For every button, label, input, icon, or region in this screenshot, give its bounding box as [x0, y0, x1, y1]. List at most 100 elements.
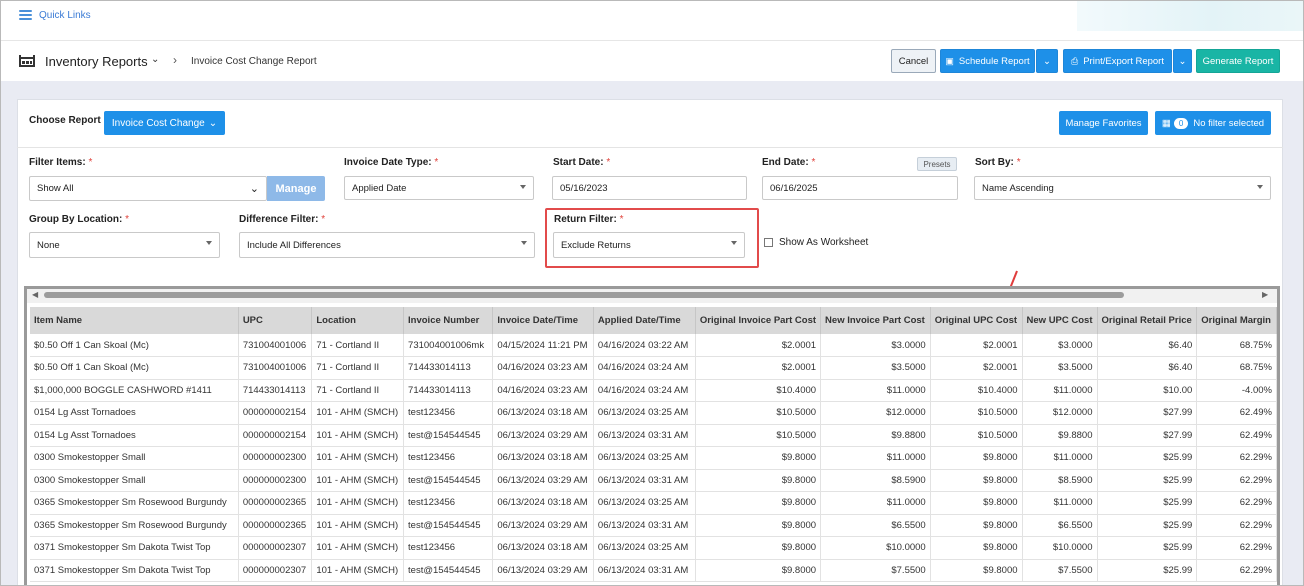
column-header[interactable]: Original Retail Price [1097, 307, 1198, 334]
column-header[interactable]: New Invoice Part Cost [820, 307, 931, 334]
scrollbar-thumb[interactable] [44, 292, 1124, 298]
difference-filter-select[interactable]: Include All Differences [239, 232, 535, 258]
invoice-date-type-select[interactable]: Applied Date [344, 176, 534, 200]
filter-selector-button[interactable]: ▦ 0 No filter selected [1155, 111, 1271, 135]
horizontal-scrollbar[interactable]: ◀ ▶ [27, 289, 1277, 303]
table-row[interactable]: $0.50 Off 1 Can Skoal (Mc) 731004001006 71… [30, 356, 1277, 380]
group-by-location-select[interactable]: None [29, 232, 220, 258]
column-header[interactable]: Original UPC Cost [930, 307, 1023, 334]
table-cell: 06/13/2024 03:25 AM [593, 491, 696, 515]
cancel-button[interactable]: Cancel [891, 49, 936, 73]
table-cell: 06/13/2024 03:31 AM [593, 469, 696, 492]
filter-items-select[interactable]: Show All ⌄ [29, 176, 267, 201]
column-header[interactable]: Item Name [30, 307, 239, 334]
choose-report-dropdown[interactable]: Invoice Cost Change ⌄ [104, 111, 225, 135]
column-header[interactable]: Original Invoice Part Cost [695, 307, 822, 334]
table-row[interactable]: 0371 Smokestopper Sm Dakota Twist Top 000… [30, 536, 1277, 560]
table-cell: $9.8000 [695, 469, 822, 492]
end-date-input[interactable]: 06/16/2025 [762, 176, 958, 200]
table-cell: 731004001006mk [403, 334, 494, 357]
table-cell: 06/13/2024 03:18 AM [492, 446, 594, 470]
table-cell: 000000002154 [238, 401, 313, 425]
table-cell: $2.0001 [930, 356, 1023, 380]
print-export-dropdown[interactable]: ⌄ [1173, 49, 1192, 73]
table-cell: $3.0000 [1022, 334, 1098, 357]
table-row[interactable]: $1,000,000 BOGGLE CASHWORD #1411 71443301… [30, 379, 1277, 402]
table-row[interactable]: 0154 Lg Asst Tornadoes 000000002154 101 - … [30, 401, 1277, 425]
table-cell: 101 - AHM (SMCH) [311, 469, 405, 492]
table-cell: $9.8800 [1022, 424, 1098, 447]
quick-links-bar: Quick Links [1, 1, 1303, 41]
scroll-left-icon[interactable]: ◀ [32, 290, 38, 299]
manage-favorites-button[interactable]: Manage Favorites [1059, 111, 1148, 135]
table-cell: 0154 Lg Asst Tornadoes [30, 424, 239, 447]
table-cell: 06/13/2024 03:25 AM [593, 401, 696, 425]
table-cell: $2.0001 [695, 334, 822, 357]
table-cell: 714433014113 [403, 379, 494, 402]
menu-icon[interactable] [19, 10, 32, 20]
table-cell: 62.29% [1196, 491, 1277, 515]
table-row[interactable]: 0300 Smokestopper Small 000000002300 101 -… [30, 469, 1277, 492]
table-cell: test123456 [403, 491, 494, 515]
start-date-input[interactable]: 05/16/2023 [552, 176, 747, 200]
filter-grid-icon: ▦ [1161, 117, 1171, 129]
column-header[interactable]: New UPC Cost [1022, 307, 1098, 334]
table-cell: 000000002365 [238, 491, 313, 515]
column-header[interactable]: Original Margin [1196, 307, 1277, 334]
table-cell: test@154544545 [403, 559, 494, 582]
table-row[interactable]: $0.50 Off 1 Can Skoal (Mc) 731004001006 71… [30, 334, 1277, 357]
filter-items-label: Filter Items: * [29, 157, 93, 168]
page-title[interactable]: Inventory Reports [45, 54, 148, 69]
schedule-report-dropdown[interactable]: ⌄ [1036, 49, 1058, 73]
report-table: Item Name UPC Location Invoice Number Invoic… [30, 307, 1277, 582]
table-cell: $9.8000 [695, 559, 822, 582]
filter-count-badge: 0 [1173, 117, 1189, 129]
table-row[interactable]: 0371 Smokestopper Sm Dakota Twist Top 000… [30, 559, 1277, 582]
table-cell: 000000002307 [238, 536, 313, 560]
table-row[interactable]: 0300 Smokestopper Small 000000002300 101 -… [30, 446, 1277, 470]
invoice-date-type-label: Invoice Date Type: * [344, 157, 439, 168]
table-cell: $10.5000 [930, 401, 1023, 425]
column-header[interactable]: Invoice Number [403, 307, 494, 334]
manage-button[interactable]: Manage [267, 176, 325, 201]
table-cell: $25.99 [1097, 559, 1198, 582]
report-table-container: ◀ ▶ Item Name UPC Location Invoice Number In… [24, 286, 1280, 585]
table-cell: 71 - Cortland II [311, 334, 405, 357]
table-cell: $10.0000 [820, 536, 931, 560]
table-cell: 000000002300 [238, 469, 313, 492]
table-cell: 71 - Cortland II [311, 356, 405, 380]
table-cell: 06/13/2024 03:29 AM [492, 469, 594, 492]
warehouse-icon [19, 55, 35, 67]
column-header[interactable]: Location [311, 307, 405, 334]
group-by-location-value: None [37, 239, 60, 251]
sort-by-select[interactable]: Name Ascending [974, 176, 1271, 200]
table-cell: 0300 Smokestopper Small [30, 469, 239, 492]
column-header[interactable]: Invoice Date/Time [492, 307, 594, 334]
quick-links-link[interactable]: Quick Links [39, 10, 91, 21]
table-cell: $25.99 [1097, 446, 1198, 470]
table-row[interactable]: 0365 Smokestopper Sm Rosewood Burgundy 00… [30, 514, 1277, 537]
chevron-right-icon: › [173, 53, 177, 67]
return-filter-highlight [545, 208, 759, 268]
table-cell: 101 - AHM (SMCH) [311, 401, 405, 425]
print-export-button[interactable]: ⎙ Print/Export Report [1063, 49, 1172, 73]
schedule-report-button[interactable]: ▣ Schedule Report [940, 49, 1035, 73]
show-as-worksheet-checkbox[interactable] [764, 238, 773, 247]
table-cell: 06/13/2024 03:18 AM [492, 536, 594, 560]
table-cell: 62.29% [1196, 469, 1277, 492]
scroll-right-icon[interactable]: ▶ [1262, 290, 1268, 299]
table-cell: 06/13/2024 03:25 AM [593, 536, 696, 560]
generate-report-button[interactable]: Generate Report [1196, 49, 1280, 73]
table-cell: $10.0000 [1022, 536, 1098, 560]
presets-button[interactable]: Presets [917, 157, 957, 171]
table-cell: 000000002307 [238, 559, 313, 582]
chevron-down-icon[interactable]: ⌄ [151, 54, 159, 65]
column-header[interactable]: Applied Date/Time [593, 307, 696, 334]
header-decoration [1077, 1, 1303, 31]
table-cell: 714433014113 [403, 356, 494, 380]
table-cell: 000000002154 [238, 424, 313, 447]
column-header[interactable]: UPC [238, 307, 313, 334]
table-row[interactable]: 0154 Lg Asst Tornadoes 000000002154 101 - … [30, 424, 1277, 447]
table-cell: 62.29% [1196, 446, 1277, 470]
table-row[interactable]: 0365 Smokestopper Sm Rosewood Burgundy 00… [30, 491, 1277, 515]
